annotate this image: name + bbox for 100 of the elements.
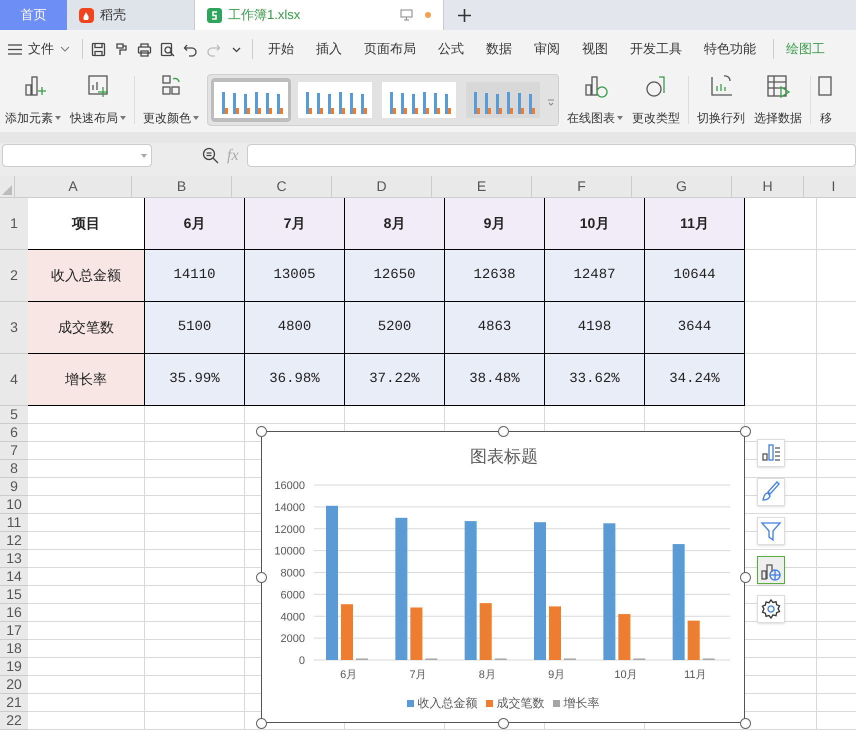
save-icon[interactable] xyxy=(91,42,106,56)
row-header[interactable]: 2 xyxy=(0,250,28,302)
row-header[interactable]: 20 xyxy=(0,676,28,694)
table-cell: 收入总金额 xyxy=(28,250,145,302)
axis-category-label: 11月 xyxy=(684,669,707,681)
table-cell: 37.22% xyxy=(345,354,445,406)
chart-bar xyxy=(688,620,700,660)
chart-bar xyxy=(410,608,422,660)
axis-tick-label: 14000 xyxy=(274,502,305,514)
column-header[interactable]: A xyxy=(14,176,131,197)
row-header[interactable]: 12 xyxy=(0,532,28,550)
chart-bar xyxy=(618,614,630,660)
axis-category-label: 7月 xyxy=(409,669,427,681)
formula-input[interactable] xyxy=(246,144,856,167)
chart-title: 图表标题 xyxy=(470,447,538,466)
row-header[interactable]: 14 xyxy=(0,568,28,586)
table-cell: 增长率 xyxy=(28,354,145,406)
spreadsheet-icon xyxy=(207,8,222,22)
resize-handle[interactable] xyxy=(256,572,266,582)
ribbon-tab[interactable]: 视图 xyxy=(571,39,619,59)
brush-icon xyxy=(760,481,782,503)
chart-style-thumbnail[interactable] xyxy=(211,78,291,122)
ribbon-tab[interactable]: 特色功能 xyxy=(693,39,767,59)
ribbon-button[interactable]: 在线图表 xyxy=(566,73,624,127)
table-cell: 11月 xyxy=(645,198,745,250)
axis-category-label: 6月 xyxy=(340,669,358,681)
row-header[interactable]: 3 xyxy=(0,302,28,354)
ribbon-tab[interactable]: 数据 xyxy=(475,39,523,59)
legend-label: 成交笔数 xyxy=(496,695,544,712)
document-tab[interactable]: 稻壳 xyxy=(67,0,194,30)
column-header[interactable]: D xyxy=(331,176,431,197)
row-header[interactable]: 8 xyxy=(0,460,28,478)
column-header[interactable]: G xyxy=(631,176,731,197)
table-cell: 35.99% xyxy=(145,354,245,406)
column-header[interactable]: I xyxy=(803,176,856,197)
row-header[interactable]: 4 xyxy=(0,354,28,406)
row-header[interactable]: 18 xyxy=(0,640,28,658)
table-cell: 12638 xyxy=(445,250,545,302)
print-preview-icon[interactable] xyxy=(160,42,175,56)
column-header[interactable]: E xyxy=(431,176,531,197)
zoom-icon[interactable] xyxy=(202,147,219,164)
row-header[interactable]: 10 xyxy=(0,496,28,514)
table-cell: 13005 xyxy=(245,250,345,302)
ribbon-tab[interactable]: 开发工具 xyxy=(619,39,693,59)
ribbon-button[interactable]: 选择数据 xyxy=(753,73,803,127)
row-header[interactable]: 17 xyxy=(0,622,28,640)
bar-chart[interactable]: 图表标题 0 2000 4000 6000 8000 10000 12000 14000 16000 6月 7月 8月 9月 10月 11月 收入总金额 成交笔数 增长率 xyxy=(261,431,745,723)
resize-handle[interactable] xyxy=(256,426,266,436)
row-header[interactable]: 22 xyxy=(0,712,28,730)
ribbon-button[interactable]: 切换行列 xyxy=(696,73,746,127)
print-icon[interactable] xyxy=(137,42,152,56)
table-cell: 12650 xyxy=(345,250,445,302)
table-cell: 9月 xyxy=(445,198,545,250)
row-header[interactable]: 11 xyxy=(0,514,28,532)
column-header[interactable]: C xyxy=(231,176,331,197)
ribbon-button[interactable]: 更改颜色 xyxy=(142,73,200,127)
table-cell: 4863 xyxy=(445,302,545,354)
ribbon-tab[interactable]: 绘图工 xyxy=(773,39,827,59)
row-header[interactable]: 6 xyxy=(0,424,28,442)
chart-bar xyxy=(341,604,353,660)
resize-handle[interactable] xyxy=(256,718,266,728)
ribbon-button[interactable]: 更改类型 xyxy=(631,73,681,127)
document-tab[interactable]: 工作簿1.xlsx xyxy=(194,0,444,30)
file-menu[interactable]: 文件 xyxy=(8,39,78,59)
ribbon-tab[interactable]: 插入 xyxy=(305,39,353,59)
row-header[interactable]: 21 xyxy=(0,694,28,712)
row-header[interactable]: 7 xyxy=(0,442,28,460)
chart-tool-button[interactable] xyxy=(757,556,785,584)
resize-handle[interactable] xyxy=(740,426,750,436)
table-cell: 36.98% xyxy=(245,354,345,406)
row-header[interactable]: 1 xyxy=(0,198,28,250)
row-header[interactable]: 9 xyxy=(0,478,28,496)
row-header[interactable]: 16 xyxy=(0,604,28,622)
table-cell: 14110 xyxy=(145,250,245,302)
row-header[interactable]: 5 xyxy=(0,406,28,424)
column-header[interactable]: H xyxy=(731,176,803,197)
chevron-down-icon xyxy=(60,46,70,52)
column-header[interactable]: B xyxy=(131,176,231,197)
ribbon-button[interactable]: 添加元素 xyxy=(4,73,62,127)
ribbon-tab[interactable]: 审阅 xyxy=(523,39,571,59)
ribbon-tab[interactable]: 开始 xyxy=(257,39,305,59)
ribbon-tab[interactable]: 页面布局 xyxy=(353,39,427,59)
row-header[interactable]: 19 xyxy=(0,658,28,676)
column-header[interactable]: F xyxy=(531,176,631,197)
ribbon-button[interactable]: 移 xyxy=(818,73,834,127)
monitor-icon xyxy=(400,9,413,21)
ribbon-button[interactable]: 快速布局 xyxy=(69,73,127,127)
table-cell: 38.48% xyxy=(445,354,545,406)
ribbon-tab[interactable]: 公式 xyxy=(427,39,475,59)
row-header[interactable]: 15 xyxy=(0,586,28,604)
caret-icon xyxy=(141,154,147,158)
axis-tick-label: 0 xyxy=(298,655,305,667)
legend-label: 增长率 xyxy=(564,695,600,712)
format-painter-icon[interactable] xyxy=(114,42,129,56)
resize-handle[interactable] xyxy=(498,426,508,436)
table-cell: 项目 xyxy=(28,198,145,250)
axis-tick-label: 2000 xyxy=(280,633,305,646)
table-cell: 34.24% xyxy=(645,354,745,406)
table-cell: 5200 xyxy=(345,302,445,354)
row-header[interactable]: 13 xyxy=(0,550,28,568)
